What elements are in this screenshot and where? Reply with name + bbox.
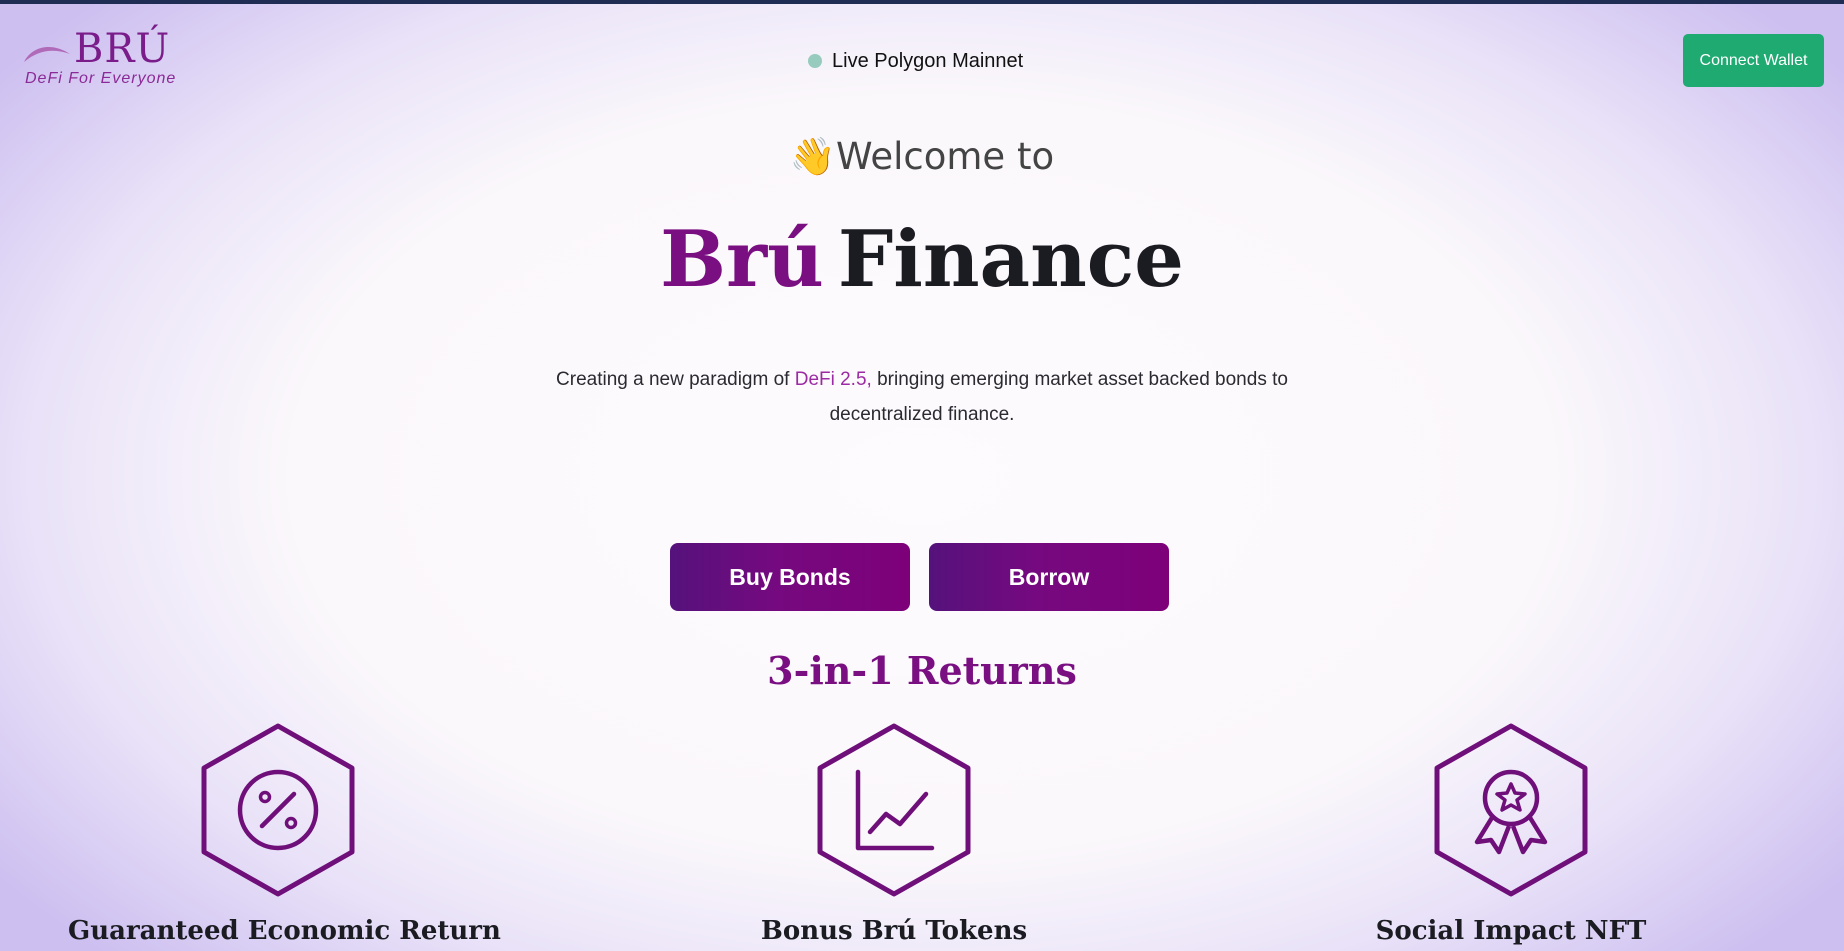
top-border: [0, 0, 1844, 4]
logo[interactable]: BRÚ DeFi For Everyone: [22, 26, 175, 90]
network-status-dot: [808, 54, 822, 68]
hero-description-end: bringing emerging market asset backed bo…: [829, 369, 1288, 425]
hero-title-brand: Brú: [660, 214, 824, 305]
logo-swoosh-icon: [24, 47, 70, 62]
hero-description-highlight: DeFi 2.5,: [794, 369, 872, 390]
chart-line-icon: [817, 723, 971, 897]
welcome-text: Welcome to: [835, 135, 1055, 178]
hero-description: Creating a new paradigm of DeFi 2.5, bri…: [522, 362, 1322, 432]
feature-label-bonus-tokens: Bonus Brú Tokens: [760, 916, 1028, 946]
award-icon: [1434, 723, 1588, 897]
connect-wallet-button[interactable]: Connect Wallet: [1683, 34, 1824, 87]
buy-bonds-button[interactable]: Buy Bonds: [670, 543, 910, 611]
logo-tagline: DeFi For Everyone: [25, 70, 177, 87]
hero-description-start: Creating a new paradigm of: [556, 369, 795, 390]
hero-title: Brú Finance: [0, 210, 1844, 310]
logo-wordmark: BRÚ: [74, 26, 171, 72]
feature-label-social-nft: Social Impact NFT: [1375, 916, 1647, 946]
network-status: Live Polygon Mainnet: [808, 47, 1023, 75]
returns-title: 3-in-1 Returns: [767, 648, 1077, 693]
feature-label-guaranteed-return: Guaranteed Economic Return: [68, 916, 501, 946]
hero-title-rest: Finance: [837, 214, 1184, 305]
borrow-button[interactable]: Borrow: [929, 543, 1169, 611]
feature-guaranteed-return: Guaranteed Economic Return: [68, 722, 501, 946]
percent-icon: [201, 723, 355, 897]
network-status-label: Live Polygon Mainnet: [832, 49, 1024, 72]
feature-social-nft: Social Impact NFT: [1301, 722, 1721, 946]
welcome-heading: 👋Welcome to: [0, 135, 1844, 179]
wave-hand-icon: 👋: [789, 135, 836, 178]
feature-bonus-tokens: Bonus Brú Tokens: [684, 722, 1104, 946]
